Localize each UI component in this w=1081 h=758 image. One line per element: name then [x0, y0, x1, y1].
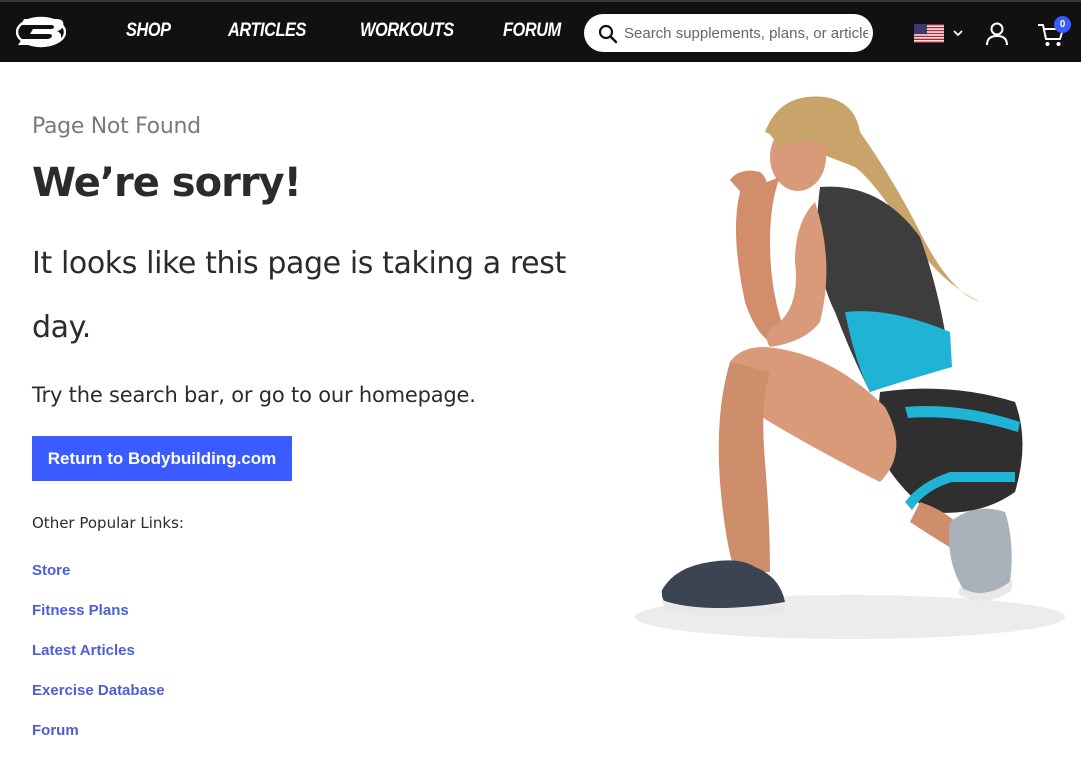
search-hint: Try the search bar, or go to our homepag… [32, 383, 476, 407]
us-flag-icon[interactable] [914, 24, 944, 43]
kneeling-athlete-image [635, 96, 1065, 639]
link-latest-articles[interactable]: Latest Articles [32, 642, 135, 659]
search-input[interactable] [624, 14, 868, 52]
error-message: It looks like this page is taking a rest… [32, 246, 566, 345]
link-forum[interactable]: Forum [32, 722, 79, 739]
search-bar[interactable] [584, 14, 873, 52]
cart-count-badge: 0 [1054, 16, 1071, 33]
bodybuilding-logo-icon[interactable] [16, 14, 66, 50]
site-header: SHOP ARTICLES WORKOUTS FORUM 0 [0, 0, 1081, 62]
page-title: We’re sorry! [32, 160, 302, 206]
nav-articles[interactable]: ARTICLES [228, 20, 306, 42]
return-home-button[interactable]: Return to Bodybuilding.com [32, 436, 292, 481]
nav-forum[interactable]: FORUM [503, 20, 561, 42]
link-exercise-database[interactable]: Exercise Database [32, 682, 165, 699]
page-not-found-label: Page Not Found [32, 114, 201, 139]
nav-shop[interactable]: SHOP [126, 20, 171, 42]
link-fitness-plans[interactable]: Fitness Plans [32, 602, 129, 619]
account-icon[interactable] [984, 21, 1010, 47]
search-icon[interactable] [598, 24, 618, 44]
chevron-down-icon[interactable] [952, 27, 964, 39]
popular-links-heading: Other Popular Links: [32, 514, 184, 532]
link-store[interactable]: Store [32, 562, 70, 579]
nav-workouts[interactable]: WORKOUTS [360, 20, 454, 42]
